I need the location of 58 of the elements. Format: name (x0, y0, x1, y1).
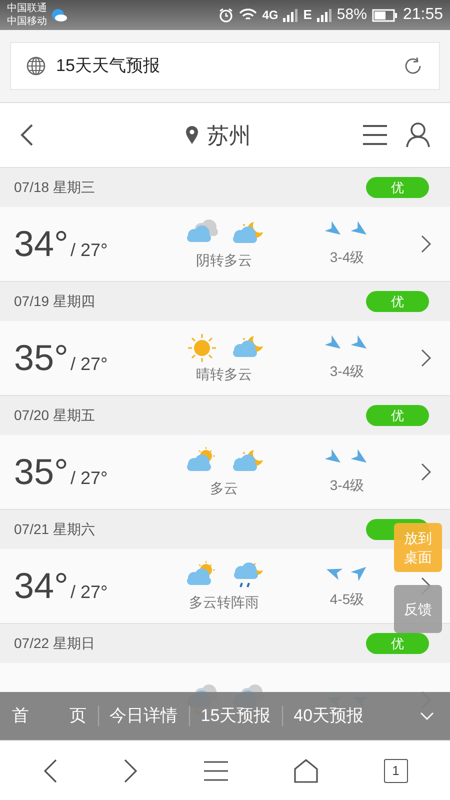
date-label: 07/19 星期四 (14, 292, 95, 311)
date-label: 07/21 星期六 (14, 520, 95, 539)
air-quality-badge: 优 (366, 291, 429, 312)
clock-time: 21:55 (402, 5, 443, 25)
network-type: 4G (262, 7, 278, 24)
weather-description: 晴转多云 (196, 365, 252, 383)
air-quality-badge: 优 (366, 633, 429, 654)
home-icon[interactable] (293, 758, 320, 784)
address-bar[interactable]: 15天天气预报 (10, 42, 440, 90)
date-label: 07/22 星期日 (14, 634, 95, 653)
page-title: 15天天气预报 (56, 55, 160, 78)
wifi-icon (239, 8, 258, 22)
low-temperature: / 27° (70, 239, 108, 262)
air-quality-badge: 优 (366, 177, 429, 198)
low-temperature: / 27° (70, 353, 108, 376)
weather-app-icon (50, 8, 68, 22)
forecast-row[interactable]: 35°/ 27° 晴转多云 3-4级 (0, 321, 450, 395)
menu-icon[interactable] (362, 124, 388, 146)
battery-percent: 58% (336, 4, 367, 25)
forward-icon[interactable] (122, 758, 139, 784)
weather-description: 多云 (210, 479, 238, 497)
high-temperature: 35° (14, 450, 68, 494)
globe-icon (26, 56, 46, 76)
menu-icon[interactable] (202, 760, 229, 782)
wind-level: 3-4级 (330, 476, 364, 494)
network-type: E (303, 6, 312, 24)
alarm-icon (218, 7, 234, 23)
low-temperature: / 27° (70, 467, 108, 490)
high-temperature: 34° (14, 222, 68, 266)
wind-level: 4-5级 (330, 590, 364, 608)
weather-description: 多云转阵雨 (189, 593, 259, 611)
low-temperature: / 27° (70, 581, 108, 604)
forecast-row[interactable]: 34°/ 27° 阴转多云 3-4级 (0, 207, 450, 281)
signal-icon (283, 8, 298, 22)
back-icon[interactable] (20, 123, 34, 147)
tab-link[interactable]: 15天预报 (190, 703, 282, 729)
air-quality-badge: 优 (366, 405, 429, 426)
tabs-count-button[interactable]: 1 (384, 758, 408, 782)
location-pin-icon (185, 125, 199, 145)
signal-icon (316, 8, 332, 22)
high-temperature: 35° (14, 336, 68, 380)
forecast-row[interactable]: 35°/ 27° 多云 3-4级 (0, 435, 450, 509)
battery-icon (372, 8, 398, 22)
high-temperature: 34° (14, 564, 68, 608)
carrier-name: 中国移动 (7, 15, 47, 28)
tab-link[interactable]: 今日详情 (98, 703, 189, 729)
user-icon[interactable] (406, 122, 430, 148)
weather-description: 阴转多云 (196, 251, 252, 269)
carrier-name: 中国联通 (7, 2, 47, 15)
tab-link[interactable]: 首 页 (0, 703, 98, 729)
expand-icon[interactable] (420, 712, 434, 720)
date-label: 07/18 星期三 (14, 178, 95, 197)
back-icon[interactable] (42, 758, 58, 784)
tab-link[interactable]: 40天预报 (282, 703, 375, 729)
wind-level: 3-4级 (330, 362, 364, 380)
date-label: 07/20 星期五 (14, 406, 95, 425)
city-name[interactable]: 苏州 (207, 118, 251, 152)
wind-level: 3-4级 (330, 248, 364, 266)
